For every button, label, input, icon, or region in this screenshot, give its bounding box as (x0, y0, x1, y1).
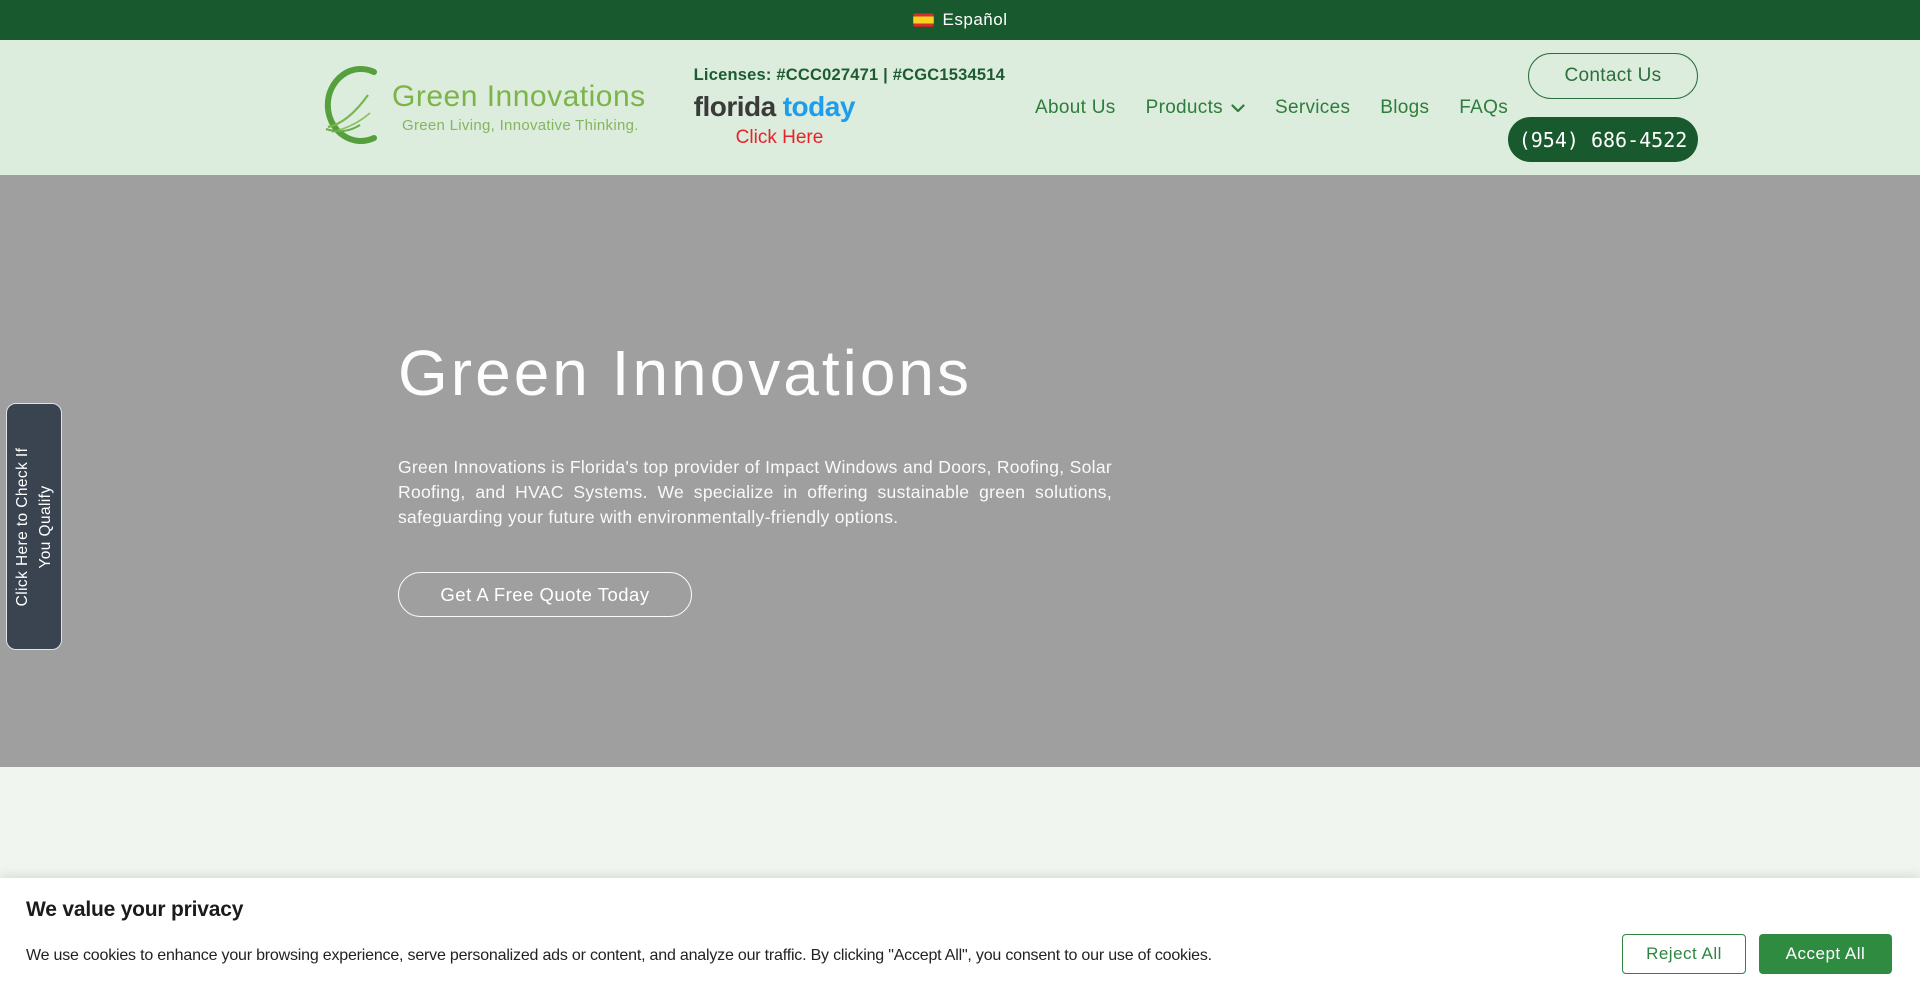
qualify-check-tab[interactable]: Click Here to Check If You Qualify (6, 403, 62, 650)
credentials-block: Licenses: #CCC027471 | #CGC1534514 flori… (694, 66, 1005, 149)
nav-item-blogs[interactable]: Blogs (1380, 97, 1429, 119)
nav-label-products: Products (1146, 97, 1223, 119)
cookie-banner-title: We value your privacy (26, 898, 1892, 922)
click-here-link[interactable]: Click Here (736, 127, 824, 149)
cookie-consent-banner: We value your privacy We use cookies to … (0, 878, 1920, 993)
hero-description: Green Innovations is Florida's top provi… (398, 455, 1112, 530)
nav-item-about-us[interactable]: About Us (1035, 97, 1116, 119)
language-bar: Español (0, 0, 1920, 40)
licenses-label: Licenses: (694, 66, 772, 84)
nav-label-about-us: About Us (1035, 97, 1116, 119)
hero-title: Green Innovations (398, 341, 1522, 405)
contact-us-button[interactable]: Contact Us (1528, 53, 1698, 99)
nav-item-products[interactable]: Products (1146, 97, 1245, 119)
florida-today-logo[interactable]: floridatoday (694, 93, 1005, 121)
accept-all-button[interactable]: Accept All (1759, 934, 1892, 974)
nav-label-faqs: FAQs (1459, 97, 1508, 119)
logo-tagline: Green Living, Innovative Thinking. (402, 117, 646, 134)
free-quote-button[interactable]: Get A Free Quote Today (398, 572, 692, 617)
florida-today-word1: florida (694, 91, 776, 122)
logo-leaf-icon (314, 65, 388, 150)
qualify-tab-line2: You Qualify (34, 447, 57, 606)
chevron-down-icon (1231, 104, 1245, 113)
site-header: Green Innovations Green Living, Innovati… (0, 40, 1920, 175)
qualify-tab-line1: Click Here to Check If (11, 447, 34, 606)
lower-section (0, 767, 1920, 878)
florida-today-word2: today (783, 91, 855, 122)
nav-label-blogs: Blogs (1380, 97, 1429, 119)
main-nav: About Us Products Services Blogs FAQs (1035, 97, 1508, 119)
cookie-banner-buttons: Reject All Accept All (1622, 934, 1892, 974)
nav-label-services: Services (1275, 97, 1350, 119)
nav-item-faqs[interactable]: FAQs (1459, 97, 1508, 119)
spain-flag-icon (913, 13, 934, 27)
licenses-numbers: #CCC027471 | #CGC1534514 (776, 66, 1005, 84)
reject-all-button[interactable]: Reject All (1622, 934, 1746, 974)
language-label: Español (943, 10, 1008, 30)
phone-number-button[interactable]: (954) 686-4522 (1508, 117, 1698, 162)
nav-item-services[interactable]: Services (1275, 97, 1350, 119)
header-actions: Contact Us (954) 686-4522 (1508, 53, 1698, 162)
licenses-text: Licenses: #CCC027471 | #CGC1534514 (694, 66, 1005, 85)
logo[interactable]: Green Innovations Green Living, Innovati… (314, 65, 646, 150)
cookie-banner-message: We use cookies to enhance your browsing … (26, 947, 1306, 965)
logo-name: Green Innovations (392, 81, 646, 113)
language-switcher[interactable]: Español (913, 10, 1008, 30)
hero-section: Green Innovations Green Innovations is F… (0, 175, 1920, 767)
